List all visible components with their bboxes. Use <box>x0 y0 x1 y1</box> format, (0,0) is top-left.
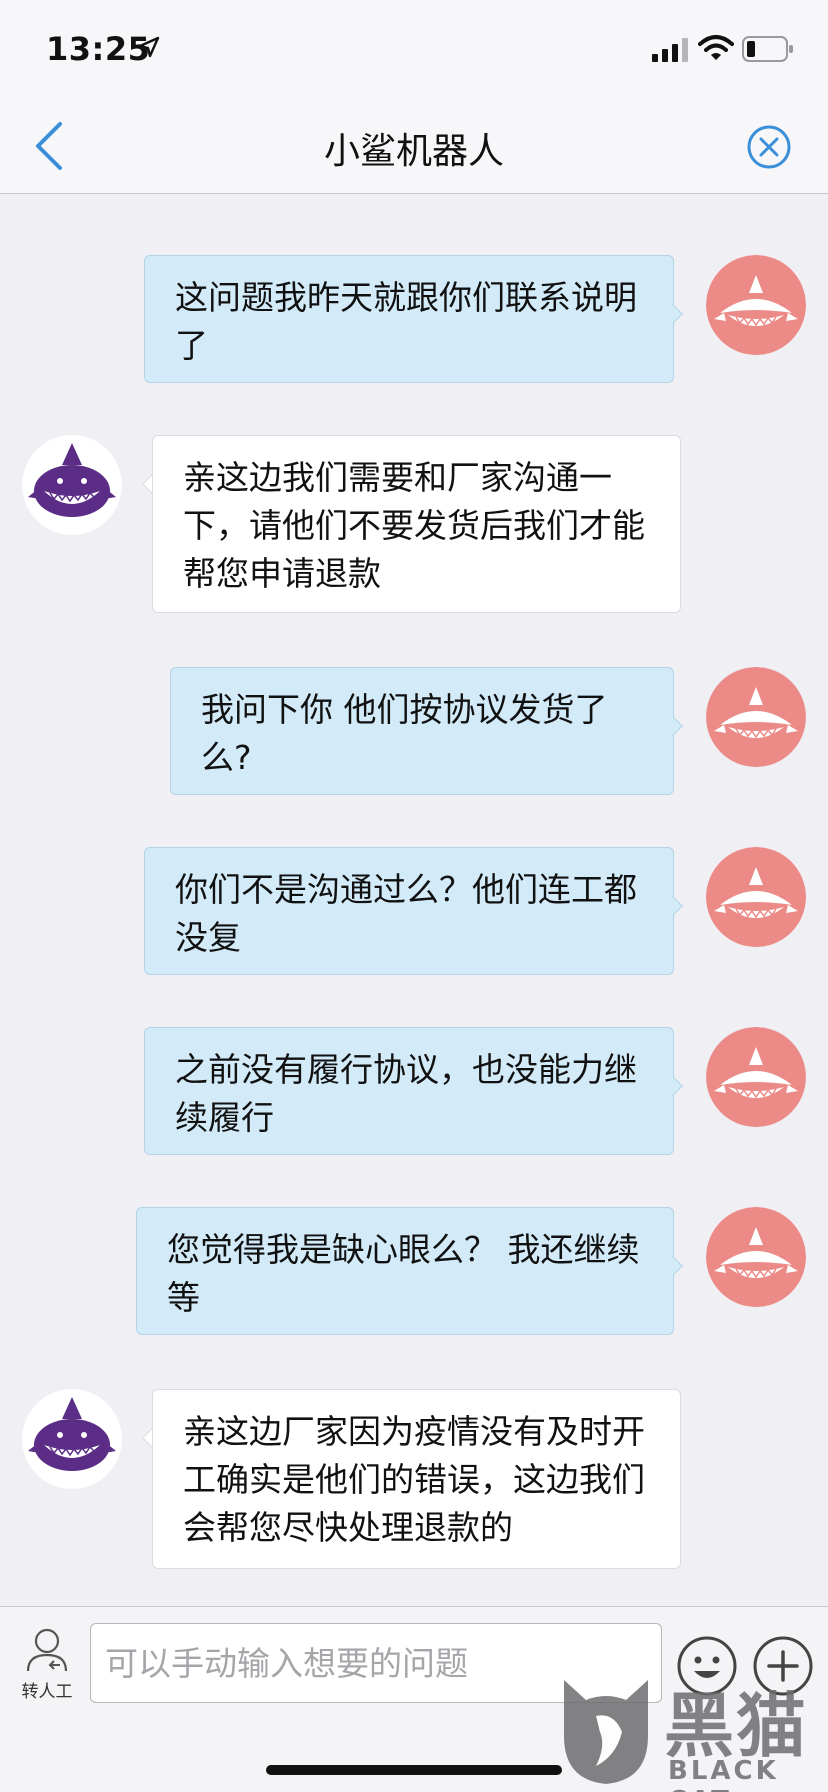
message-text: 之前没有履行协议，也没能力继续履行 <box>175 1050 637 1137</box>
transfer-label: 转人工 <box>21 1682 73 1702</box>
page-title: 小鲨机器人 <box>323 131 504 172</box>
watermark-en: BLACK CAT <box>668 1756 779 1792</box>
user-message-bubble: 这问题我昨天就跟你们联系说明了 <box>144 255 674 383</box>
user-avatar-icon[interactable] <box>706 255 806 355</box>
black-cat-logo-icon <box>564 1680 648 1784</box>
chat-area[interactable]: 这问题我昨天就跟你们联系说明了 亲这边我们需要和厂家沟通一下，请他们不要发货后我… <box>0 195 828 1605</box>
message-text: 我问下你 他们按协议发货了么? <box>201 690 608 777</box>
message-text: 您觉得我是缺心眼么？ 我还继续等 <box>167 1230 640 1317</box>
close-circle-icon[interactable] <box>746 124 792 170</box>
message-text: 这问题我昨天就跟你们联系说明了 <box>175 278 637 365</box>
bot-avatar-icon[interactable] <box>22 435 122 535</box>
user-message-bubble: 您觉得我是缺心眼么？ 我还继续等 <box>136 1207 674 1335</box>
user-avatar-icon[interactable] <box>706 667 806 767</box>
battery-icon <box>742 36 793 62</box>
location-arrow-icon <box>138 36 160 58</box>
cellular-signal-icon <box>652 38 688 62</box>
nav-bar: 小鲨机器人 <box>0 96 828 194</box>
person-transfer-icon <box>26 1628 68 1672</box>
user-avatar-icon[interactable] <box>706 847 806 947</box>
home-indicator[interactable] <box>266 1765 562 1775</box>
watermark: 黑猫 BLACK CAT <box>556 1668 828 1792</box>
message-text: 你们不是沟通过么？他们连工都没复 <box>175 870 637 957</box>
bot-message-bubble: 亲这边厂家因为疫情没有及时开工确实是他们的错误，这边我们会帮您尽快处理退款的 <box>152 1389 681 1569</box>
message-text: 亲这边我们需要和厂家沟通一下，请他们不要发货后我们才能帮您申请退款 <box>183 458 645 593</box>
user-avatar-icon[interactable] <box>706 1027 806 1127</box>
user-message-bubble: 你们不是沟通过么？他们连工都没复 <box>144 847 674 975</box>
user-avatar-icon[interactable] <box>706 1207 806 1307</box>
user-message-bubble: 之前没有履行协议，也没能力继续履行 <box>144 1027 674 1155</box>
bot-avatar-icon[interactable] <box>22 1389 122 1489</box>
user-message-bubble: 我问下你 他们按协议发货了么? <box>170 667 674 795</box>
bot-message-bubble: 亲这边我们需要和厂家沟通一下，请他们不要发货后我们才能帮您申请退款 <box>152 435 681 613</box>
status-time: 13:25 <box>46 30 151 68</box>
transfer-to-agent-button[interactable]: 转人工 <box>14 1625 80 1705</box>
status-bar: 13:25 <box>0 0 828 96</box>
wifi-icon <box>698 35 734 60</box>
message-text: 亲这边厂家因为疫情没有及时开工确实是他们的错误，这边我们会帮您尽快处理退款的 <box>183 1412 645 1547</box>
